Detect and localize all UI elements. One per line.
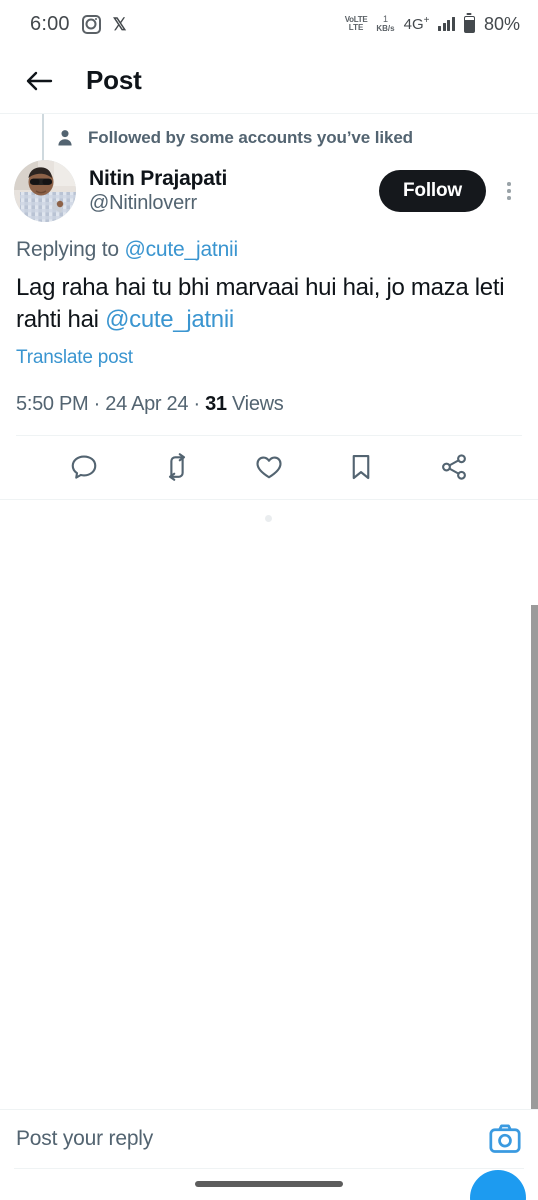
volte-line-bottom: LTE [348,23,364,32]
instagram-icon [81,14,101,34]
repost-button[interactable] [130,452,222,482]
share-icon [441,454,466,481]
author-row: Nitin Prajapati @Nitinloverr Follow [0,156,538,222]
post-time: 5:50 PM [16,392,89,415]
translate-post-link[interactable]: Translate post [0,336,538,369]
app-header: Post [0,48,538,113]
replying-to-line: Replying to @cute_jatnii [0,222,538,262]
x-logo-icon: 𝕏 [112,14,127,34]
post-body-plain: Lag raha hai tu bhi marvaai hui hai, jo … [16,274,505,333]
avatar-image [14,160,76,222]
post-body-mention[interactable]: @cute_jatnii [105,306,234,333]
replies-loading-area [0,499,538,1095]
author-handle: @Nitinloverr [89,192,197,215]
replying-to-prefix: Replying to [16,238,125,261]
post-action-bar [0,436,538,499]
social-context-banner: Followed by some accounts you’ve liked [0,114,538,156]
reply-input-placeholder[interactable]: Post your reply [16,1127,153,1151]
reply-composer[interactable]: Post your reply [0,1110,538,1168]
back-arrow-icon [26,71,53,90]
post-date: 24 Apr 24 [105,392,189,415]
battery-percent: 80% [483,13,520,34]
repost-icon [168,453,185,482]
page-title: Post [86,65,142,95]
network-type: 4G+ [403,15,430,33]
camera-icon [489,1124,521,1153]
thread-container: Followed by some accounts you’ve liked N… [0,114,538,222]
status-bar-left: 6:00 𝕏 [30,13,126,36]
post-metadata: 5:50 PM · 24 Apr 24 · 31 Views [0,369,538,416]
vertical-scrollbar[interactable] [531,605,538,1110]
meta-separator-1: · [88,392,106,415]
camera-button[interactable] [488,1124,522,1154]
compose-fab[interactable] [470,1170,526,1200]
person-icon [58,130,72,146]
replying-to-mention[interactable]: @cute_jatnii [125,238,239,261]
reply-button[interactable] [38,452,130,482]
meta-separator-2: · [188,392,206,415]
follow-button[interactable]: Follow [379,170,486,212]
like-icon [256,456,282,479]
composer-bottom-divider [14,1168,524,1169]
data-rate-indicator: 1 KB/s [376,14,395,33]
gesture-nav-bar[interactable] [195,1181,343,1187]
bookmark-icon [353,455,370,480]
views-count: 31 [205,392,227,415]
reply-icon [71,455,97,479]
status-bar: 6:00 𝕏 VoLTE LTE 1 KB/s 4G+ 80% [0,0,538,48]
battery-icon [463,15,475,33]
like-button[interactable] [223,452,315,482]
user-avatar[interactable] [14,160,76,222]
author-display-name: Nitin Prajapati [89,166,228,190]
post-detail-screen: 6:00 𝕏 VoLTE LTE 1 KB/s 4G+ 80% Post Fol… [0,0,538,1200]
share-button[interactable] [408,452,500,482]
data-rate-unit: KB/s [376,23,395,33]
status-clock: 6:00 [30,12,70,35]
status-bar-right: VoLTE LTE 1 KB/s 4G+ 80% [345,14,520,35]
author-names: Nitin Prajapati @Nitinloverr [89,167,227,216]
social-context-label: Followed by some accounts you’ve liked [88,128,413,147]
back-button[interactable] [24,66,54,96]
more-options-icon[interactable] [496,182,522,200]
views-label: Views [226,392,284,415]
bookmark-button[interactable] [315,452,407,482]
signal-bars-icon [438,17,455,31]
post-body-text: Lag raha hai tu bhi marvaai hui hai, jo … [0,262,538,336]
volte-icon: VoLTE LTE [345,16,368,32]
loading-indicator [265,514,272,522]
